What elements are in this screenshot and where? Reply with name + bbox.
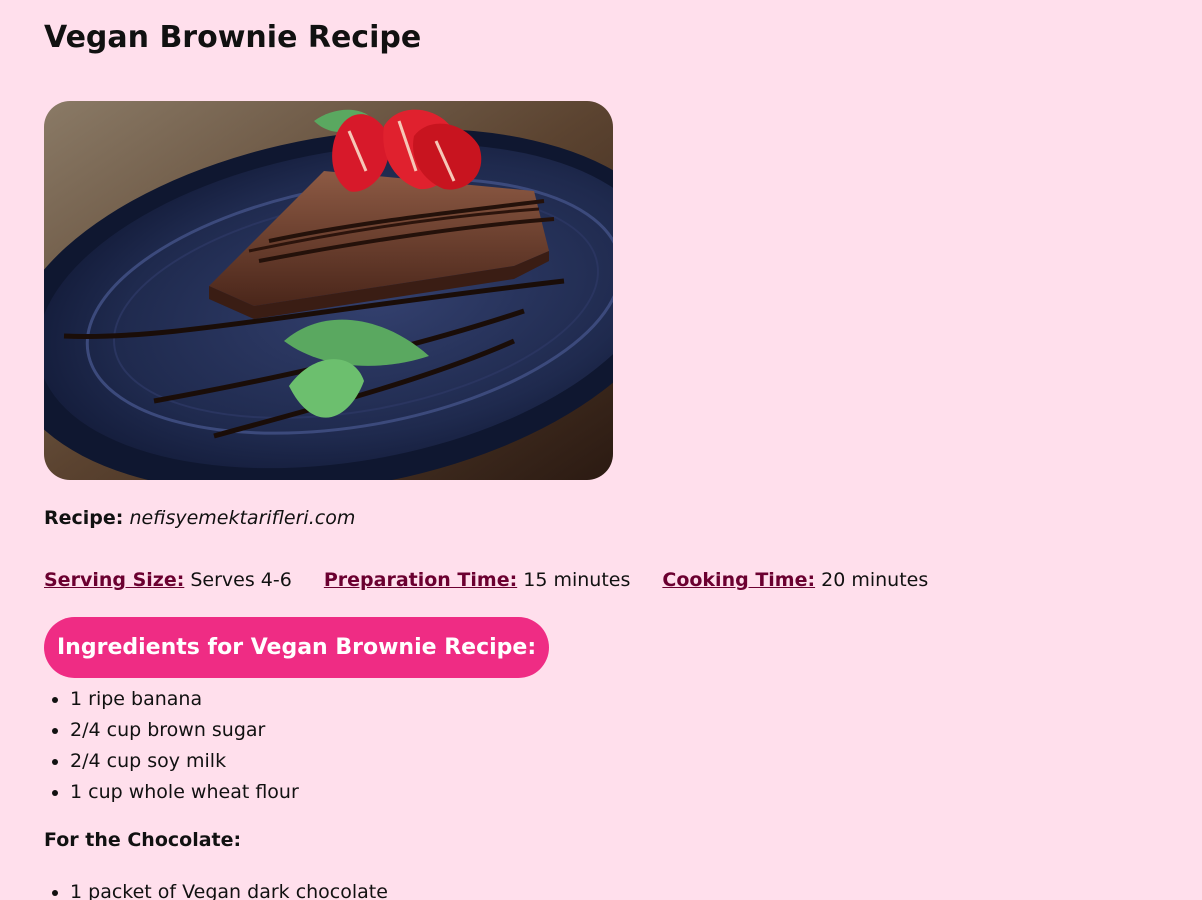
list-item: 1 packet of Vegan dark chocolate bbox=[70, 877, 388, 900]
chocolate-list: 1 packet of Vegan dark chocolate bbox=[44, 877, 388, 900]
recipe-credit: Recipe: nefisyemektarifleri.com bbox=[44, 507, 355, 529]
cooking-time: Cooking Time: 20 minutes bbox=[662, 569, 928, 591]
serving-size-link[interactable]: Serving Size: bbox=[44, 569, 184, 591]
serving-size-value: Serves 4-6 bbox=[190, 569, 292, 591]
cooking-time-link[interactable]: Cooking Time: bbox=[662, 569, 815, 591]
serving-size: Serving Size: Serves 4-6 bbox=[44, 569, 292, 591]
ingredients-list: 1 ripe banana 2/4 cup brown sugar 2/4 cu… bbox=[44, 684, 299, 808]
brownie-photo bbox=[44, 101, 613, 480]
chocolate-heading: For the Chocolate: bbox=[44, 829, 242, 851]
list-item: 2/4 cup brown sugar bbox=[70, 715, 299, 746]
list-item: 1 cup whole wheat flour bbox=[70, 777, 299, 808]
list-item: 2/4 cup soy milk bbox=[70, 746, 299, 777]
preparation-time: Preparation Time: 15 minutes bbox=[324, 569, 631, 591]
preparation-time-value: 15 minutes bbox=[523, 569, 631, 591]
brownie-photo-icon bbox=[44, 101, 613, 480]
recipe-meta: Serving Size: Serves 4-6 Preparation Tim… bbox=[44, 569, 960, 591]
ingredients-heading: Ingredients for Vegan Brownie Recipe: bbox=[44, 617, 550, 678]
list-item: 1 ripe banana bbox=[70, 684, 299, 715]
cooking-time-value: 20 minutes bbox=[821, 569, 929, 591]
credit-source: nefisyemektarifleri.com bbox=[129, 507, 356, 529]
page-title: Vegan Brownie Recipe bbox=[44, 20, 422, 55]
preparation-time-link[interactable]: Preparation Time: bbox=[324, 569, 517, 591]
credit-label: Recipe: bbox=[44, 507, 124, 529]
